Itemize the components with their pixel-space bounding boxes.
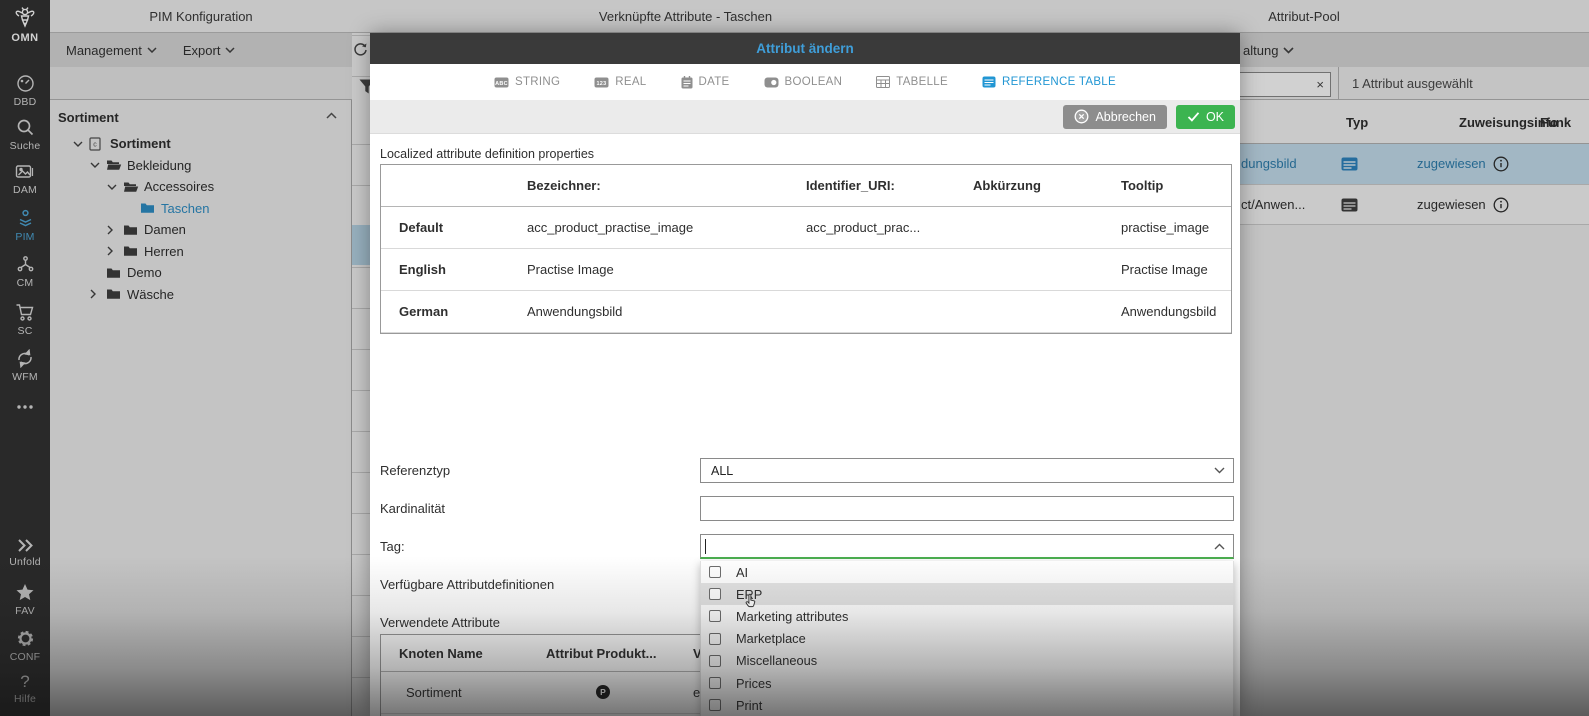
localized-table-row[interactable]: English Practise Image Practise Image [381,249,1231,291]
referenztyp-select[interactable]: ALL [700,458,1234,483]
type-tabs: ABC STRING 123 REAL DATE BOOLEAN TABELLE [370,64,1240,100]
tag-option[interactable]: ERP [701,583,1233,605]
tag-option[interactable]: Marketplace [701,628,1233,650]
referenztyp-label: Referenztyp [380,463,450,478]
tab-reference-table[interactable]: REFERENCE TABLE [982,76,1116,88]
tag-label: Tag: [380,539,405,554]
toggle-icon [764,77,779,88]
table-icon [876,76,890,88]
tag-options-dropdown: AI ERP Marketing attributes [700,561,1234,716]
attribute-edit-dialog: Attribut ändern ABC STRING 123 REAL DATE… [370,33,1240,716]
checkbox[interactable] [709,699,721,711]
kardinalitaet-label: Kardinalität [380,501,445,516]
check-icon [1187,111,1200,122]
text-caret [705,539,706,554]
calendar-icon [681,76,693,89]
tab-date[interactable]: DATE [681,76,730,89]
checkbox[interactable] [709,610,721,622]
localized-table-row[interactable]: German Anwendungsbild Anwendungsbild [381,291,1231,333]
tag-option[interactable]: AI [701,561,1233,583]
localized-table-row[interactable]: Default acc_product_practise_image acc_p… [381,207,1231,249]
svg-text:123: 123 [597,80,607,86]
chevron-down-icon [1214,467,1225,474]
svg-text:ABC: ABC [495,80,508,86]
reference-table-icon [982,76,996,88]
tab-tabelle[interactable]: TABELLE [876,76,948,88]
product-badge: P [596,685,610,699]
chevron-up-icon [1214,543,1225,550]
kardinalitaet-input[interactable] [700,496,1234,521]
tag-option[interactable]: Prices [701,672,1233,694]
tab-real[interactable]: 123 REAL [594,76,646,88]
localized-table-header: Bezeichner: Identifier_URI: Abkürzung To… [381,165,1231,207]
tag-option[interactable]: Marketing attributes [701,605,1233,627]
localized-heading: Localized attribute definition propertie… [380,147,594,161]
checkbox[interactable] [709,566,721,578]
checkbox[interactable] [709,677,721,689]
available-attributes-label: Verfügbare Attributdefinitionen [380,577,554,592]
ok-button[interactable]: OK [1176,105,1235,129]
tab-boolean[interactable]: BOOLEAN [764,76,843,88]
dialog-actions: Abbrechen OK [370,100,1240,134]
tag-option[interactable]: Miscellaneous [701,650,1233,672]
checkbox[interactable] [709,655,721,667]
tab-string[interactable]: ABC STRING [494,76,560,88]
dialog-titlebar: Attribut ändern [370,33,1240,64]
checkbox[interactable] [709,588,721,600]
app-root: OMN DBD Suche DAM PIM CM SC WFM [0,0,1589,716]
tag-combobox[interactable] [700,534,1234,559]
cancel-button[interactable]: Abbrechen [1063,105,1166,129]
tag-option[interactable]: Print [701,694,1233,716]
dialog-title: Attribut ändern [756,41,854,56]
localized-table: Bezeichner: Identifier_URI: Abkürzung To… [380,164,1232,334]
dialog-body: Localized attribute definition propertie… [370,134,1240,716]
used-attributes-label: Verwendete Attribute [380,615,500,630]
circle-x-icon [1074,109,1089,124]
123-badge-icon: 123 [594,77,609,88]
checkbox[interactable] [709,633,721,645]
abc-badge-icon: ABC [494,77,509,88]
